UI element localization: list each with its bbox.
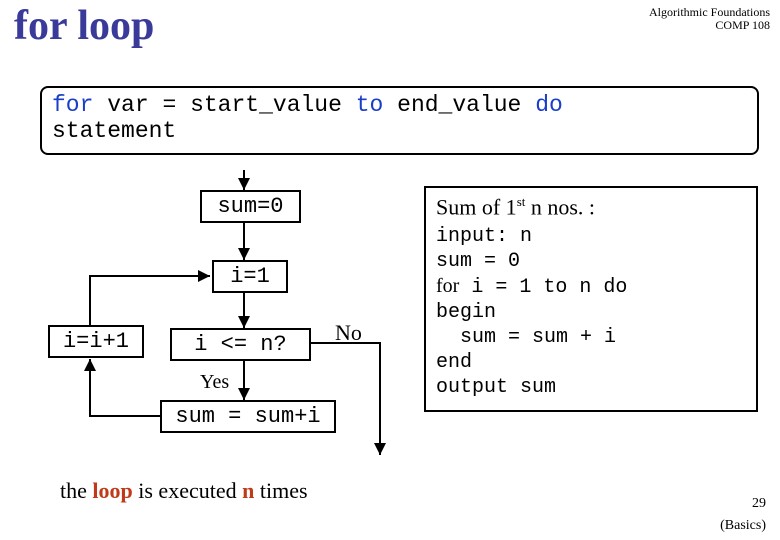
- pt-suffix: n nos. :: [525, 194, 595, 219]
- pseudocode-box: Sum of 1st n nos. : input: n sum = 0 for…: [424, 186, 758, 412]
- ft-a1: loop: [92, 478, 132, 503]
- flow-box-sumadd: sum = sum+i: [160, 400, 336, 433]
- syntax-line-2: statement: [52, 118, 747, 144]
- footer-sentence: the loop is executed n times: [60, 478, 308, 504]
- kw-do: do: [535, 92, 563, 118]
- pc-l6: end: [436, 351, 472, 374]
- tok-stmt: statement: [52, 118, 176, 144]
- slide-number: 29: [752, 496, 766, 512]
- pc-l3-for: for: [436, 275, 459, 297]
- flow-box-incr: i=i+1: [48, 325, 144, 358]
- course-header: Algorithmic Foundations COMP 108: [649, 6, 770, 32]
- kw-to: to: [356, 92, 384, 118]
- pt-prefix: Sum of 1: [436, 194, 517, 219]
- ft-t2: is executed: [133, 478, 242, 503]
- ft-a2: n: [242, 478, 254, 503]
- course-code: COMP 108: [649, 19, 770, 32]
- pc-l4: begin: [436, 301, 496, 324]
- pc-l5: sum = sum + i: [436, 326, 616, 349]
- tok-start: start_value: [190, 92, 342, 118]
- ft-t1: the: [60, 478, 92, 503]
- flow-box-cond: i <= n?: [170, 328, 311, 361]
- pc-l1: input: n: [436, 225, 532, 248]
- flow-box-sum0: sum=0: [200, 190, 301, 223]
- pc-l3-rest: i = 1 to n do: [459, 276, 627, 299]
- page-title: for loop: [14, 2, 154, 50]
- flowchart: sum=0 i=1 i <= n? Yes No sum = sum+i i=i…: [40, 170, 410, 460]
- ft-t3: times: [254, 478, 307, 503]
- pc-l2: sum = 0: [436, 250, 520, 273]
- section-label: (Basics): [720, 518, 766, 534]
- pseudocode-body: input: n sum = 0 for i = 1 to n do begin…: [436, 224, 746, 400]
- syntax-line-1: for var = start_value to end_value do: [52, 92, 747, 118]
- pseudocode-title: Sum of 1st n nos. :: [436, 194, 746, 220]
- kw-for: for: [52, 92, 93, 118]
- flow-label-no: No: [335, 320, 362, 346]
- pc-l7: output sum: [436, 376, 556, 399]
- tok-eq: =: [149, 92, 190, 118]
- flow-box-i1: i=1: [212, 260, 288, 293]
- tok-var: var: [107, 92, 148, 118]
- flow-label-yes: Yes: [200, 371, 229, 394]
- syntax-box: for var = start_value to end_value do st…: [40, 86, 759, 155]
- tok-end: end_value: [397, 92, 521, 118]
